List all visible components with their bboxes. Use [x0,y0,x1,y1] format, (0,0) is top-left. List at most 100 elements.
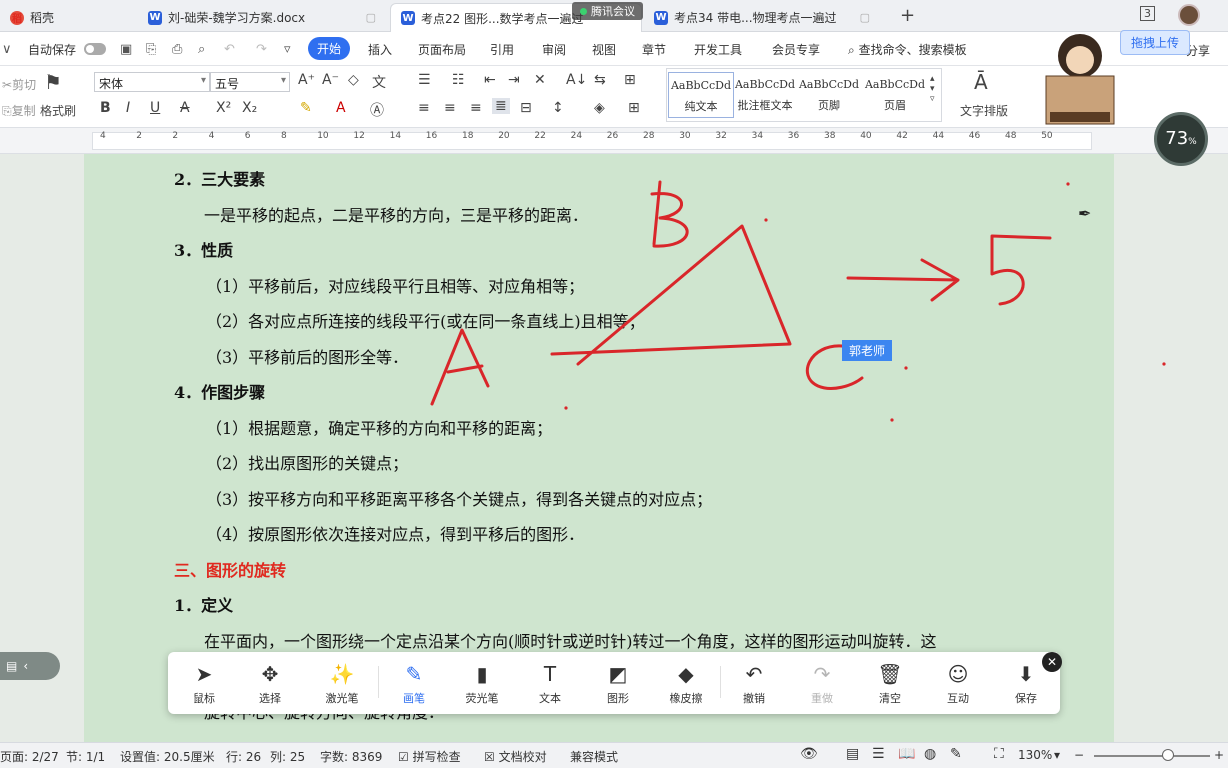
save-icon[interactable]: ▣ [120,42,132,57]
grow-font-icon[interactable]: A⁺ [298,72,315,88]
write-view-icon[interactable]: ✎ [950,746,962,762]
toolbar-interact-button[interactable]: ☺ 互动 [930,662,986,706]
tab-physics[interactable]: W 考点34 带电...物理考点一遍过 ▢ [644,3,880,32]
zoom-out-icon[interactable]: − [1074,748,1084,762]
align-left-icon[interactable]: ≡ [418,100,430,116]
menu-references[interactable]: 引用 [490,41,514,58]
toolbar-eraser-button[interactable]: ◆ 橡皮擦 [658,662,714,706]
sort-icon[interactable]: A↓ [566,72,587,88]
copy-button[interactable]: ⎘复制 [2,102,36,119]
tab-stops-icon[interactable]: ⊞ [624,72,636,88]
tab-close-icon[interactable]: ▢ [860,11,870,24]
zoom-dropdown-icon[interactable]: ▾ [1054,748,1060,762]
toolbar-laser-pointer-button[interactable]: ✨ 激光笔 [314,662,370,706]
increase-indent-icon[interactable]: ⇥ [508,72,520,88]
undo-quick-icon[interactable]: ↶ [224,42,235,57]
decrease-indent-icon[interactable]: ⇤ [484,72,496,88]
distributed-icon[interactable]: ⊟ [520,100,532,116]
print-icon[interactable]: ⎙ [172,42,182,57]
command-search[interactable]: ⌕ 查找命令、搜索模板 [848,41,967,58]
window-counter[interactable]: 3 [1140,6,1155,21]
zoom-slider-thumb[interactable] [1162,749,1174,761]
italic-icon[interactable]: I [126,100,130,116]
chinese-layout-icon[interactable]: ✕ [534,72,546,88]
fit-page-icon[interactable]: ⛶ [994,746,1004,762]
style-header[interactable]: AaBbCcDd 页眉 [862,72,928,118]
tab-daoke[interactable]: 稻 稻壳 [0,3,130,32]
menu-developer[interactable]: 开发工具 [694,41,742,58]
drag-upload-button[interactable]: 拖拽上传 [1120,30,1191,55]
font-size-select[interactable]: 五号 [210,72,290,92]
toolbar-pen-button[interactable]: ✎ 画笔 [386,662,442,706]
style-footer[interactable]: AaBbCcDd 页脚 [796,72,862,118]
clear-format-icon[interactable]: ◇ [348,72,359,88]
number-list-icon[interactable]: ☷ [452,72,465,88]
zoom-slider[interactable] [1094,755,1210,757]
user-avatar[interactable] [1178,4,1200,26]
superscript-icon[interactable]: X² [216,100,231,116]
text-layout-label[interactable]: 文字排版 [960,102,1008,119]
more-chevron-icon[interactable]: ▿ [284,42,291,57]
style-scroll-icon[interactable]: ▴ ▾ ▿ [930,74,935,104]
redo-quick-icon[interactable]: ↷ [256,42,267,57]
meeting-indicator[interactable]: 腾讯会议 [572,2,643,20]
style-plain-text[interactable]: AaBbCcDd 纯文本 [668,72,734,118]
toolbar-close-icon[interactable]: ✕ [1042,652,1062,672]
preview-icon[interactable]: ⌕ [198,42,205,57]
export-icon[interactable]: ⎘ [146,42,156,57]
text-layout-icon[interactable]: Ā [974,70,988,94]
status-page[interactable]: 页面: 2/27 [0,748,59,765]
side-collapse-pill[interactable]: ▤ ‹ [0,652,60,680]
reading-view-icon[interactable]: 📖 [898,746,915,762]
menu-review[interactable]: 审阅 [542,41,566,58]
eye-protection-icon[interactable]: 👁 [800,746,818,762]
font-name-select[interactable]: 宋体 [94,72,210,92]
shading-icon[interactable]: ◈ [594,100,605,116]
toolbar-redo-button[interactable]: ↷ 重做 [794,662,850,706]
show-marks-icon[interactable]: ⇆ [594,72,606,88]
toolbar-shape-button[interactable]: ◩ 图形 [590,662,646,706]
toolbar-cursor-button[interactable]: ➤ 鼠标 [176,662,232,706]
align-right-icon[interactable]: ≡ [470,100,482,116]
menu-member[interactable]: 会员专享 [772,41,820,58]
tab-study-plan[interactable]: W 刘-础荣-魏学习方案.docx ▢ [138,3,386,32]
strikethrough-icon[interactable]: A [180,100,190,116]
toolbar-highlighter-button[interactable]: ▮ 荧光笔 [454,662,510,706]
menu-chapter[interactable]: 章节 [642,41,666,58]
menu-insert[interactable]: 插入 [368,41,392,58]
menu-home[interactable]: 开始 [308,37,351,60]
borders-icon[interactable]: ⊞ [628,100,640,116]
tab-close-icon[interactable]: ▢ [366,11,376,24]
new-tab-plus-icon[interactable]: + [900,5,915,26]
align-center-icon[interactable]: ≡ [444,100,456,116]
char-border-icon[interactable]: Ⓐ [370,100,384,120]
menu-view[interactable]: 视图 [592,41,616,58]
page-view-icon[interactable]: ▤ [846,746,859,762]
bullet-list-icon[interactable]: ☰ [418,72,431,88]
shrink-font-icon[interactable]: A⁻ [322,72,339,88]
zoom-level[interactable]: 130% [1018,748,1052,762]
zoom-in-icon[interactable]: + [1214,748,1224,762]
collapse-chevron-icon[interactable]: ∨ [2,42,12,57]
format-painter-label[interactable]: 格式刷 [40,102,76,119]
toolbar-undo-button[interactable]: ↶ 撤销 [726,662,782,706]
toolbar-trash-button[interactable]: 🗑 清空 [862,662,918,706]
outline-view-icon[interactable]: ☰ [872,746,885,762]
highlight-icon[interactable]: ✎ [300,100,312,116]
spell-check-button[interactable]: ☑ 拼写检查 [398,748,461,765]
web-view-icon[interactable]: ◍ [924,746,936,762]
justify-icon[interactable]: ≣ [492,98,510,114]
proofread-button[interactable]: ☒ 文档校对 [484,748,547,765]
style-comment-box[interactable]: AaBbCcDd 批注框文本 [732,72,798,118]
toolbar-move-button[interactable]: ✥ 选择 [242,662,298,706]
subscript-icon[interactable]: X₂ [242,100,257,116]
pinyin-icon[interactable]: 文 [372,72,386,92]
format-painter-icon[interactable]: ⚑ [44,70,62,94]
status-words[interactable]: 字数: 8369 [320,748,382,765]
line-spacing-icon[interactable]: ↕ [552,100,564,116]
toolbar-text-button[interactable]: T 文本 [522,662,578,706]
underline-icon[interactable]: U [150,100,160,116]
bold-icon[interactable]: B [100,100,111,116]
font-color-icon[interactable]: A [336,100,346,116]
cut-button[interactable]: ✂剪切 [2,76,36,93]
